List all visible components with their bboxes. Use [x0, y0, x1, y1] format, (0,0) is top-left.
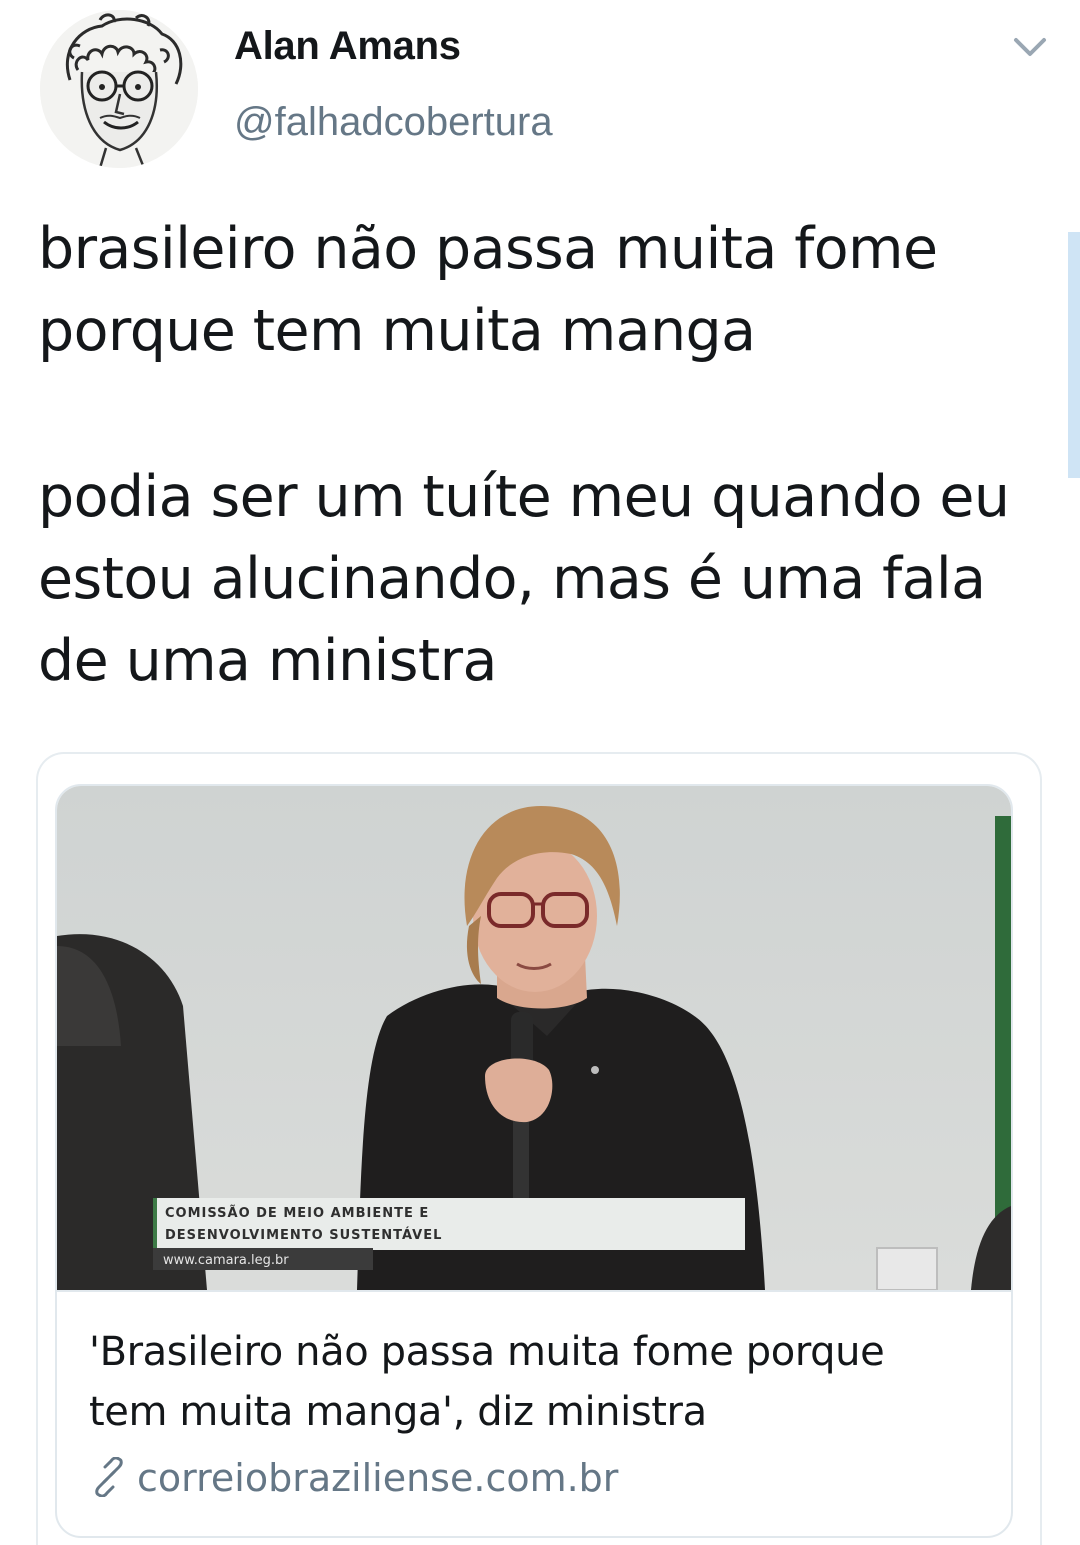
link-icon	[95, 1457, 123, 1497]
card-domain[interactable]: correiobraziliense.com.br	[89, 1450, 618, 1506]
card-title[interactable]: 'Brasileiro não passa muita fome porque …	[89, 1322, 989, 1442]
tweet-text-line: podia ser um tuíte meu quando eu	[38, 464, 1010, 530]
caption-url: www.camara.leg.br	[163, 1253, 289, 1268]
card-title-line: 'Brasileiro não passa muita fome porque	[89, 1329, 885, 1375]
scroll-indicator[interactable]	[1068, 232, 1080, 478]
tweet-text-line: de uma ministra	[38, 628, 497, 694]
avatar[interactable]	[40, 10, 198, 168]
tweet-text-line: brasileiro não passa muita fome	[38, 216, 938, 282]
chevron-down-icon[interactable]	[1008, 32, 1052, 62]
tweet-text-paragraph: podia ser um tuíte meu quando eu estou a…	[38, 456, 1048, 702]
caption-line-2: DESENVOLVIMENTO SUSTENTÁVEL	[165, 1227, 442, 1243]
tweet-text-line: estou alucinando, mas é uma fala	[38, 546, 986, 612]
card-title-line: tem muita manga', diz ministra	[89, 1389, 707, 1435]
card-image[interactable]: COMISSÃO DE MEIO AMBIENTE E DESENVOLVIME…	[57, 786, 1011, 1290]
tweet-text-line: porque tem muita manga	[38, 298, 756, 364]
link-preview-card[interactable]: COMISSÃO DE MEIO AMBIENTE E DESENVOLVIME…	[55, 784, 1013, 1538]
card-divider	[57, 1290, 1011, 1292]
card-domain-text: correiobraziliense.com.br	[137, 1456, 619, 1500]
tweet-header: Alan Amans @falhadcobertura	[0, 0, 1080, 180]
author-handle[interactable]: @falhadcobertura	[234, 100, 553, 145]
author-display-name[interactable]: Alan Amans	[234, 24, 461, 69]
caption-line-1: COMISSÃO DE MEIO AMBIENTE E	[165, 1205, 429, 1221]
tweet-text-paragraph: brasileiro não passa muita fome porque t…	[38, 208, 1048, 372]
